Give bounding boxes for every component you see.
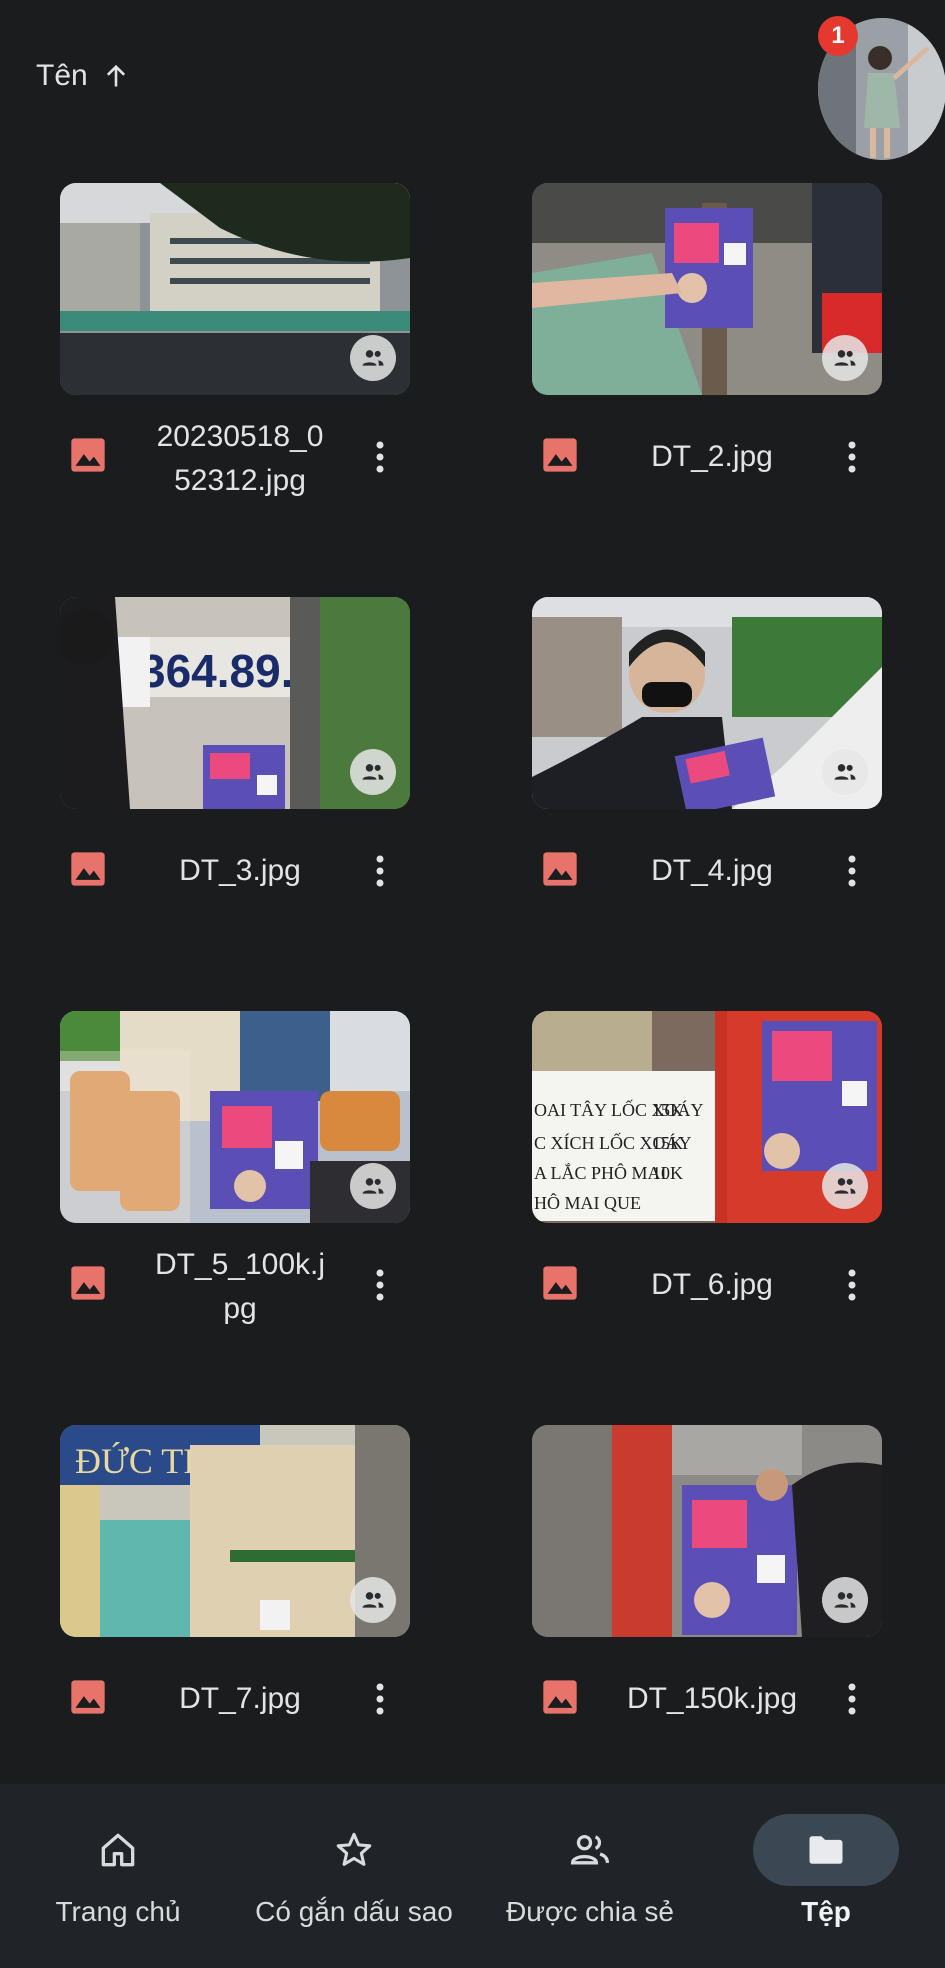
file-meta: DT_4.jpg xyxy=(532,815,882,925)
image-file-icon xyxy=(71,438,105,472)
more-options-icon[interactable] xyxy=(360,435,400,479)
nav-files[interactable]: Tệp xyxy=(708,1784,944,1968)
more-options-icon[interactable] xyxy=(832,849,872,893)
file-thumbnail[interactable]: 364.89.55.7 xyxy=(60,597,410,809)
file-name: DT_4.jpg xyxy=(651,854,773,887)
shared-people-icon xyxy=(834,350,856,366)
sort-by-name-button[interactable]: Tên xyxy=(36,54,130,98)
file-meta: DT_7.jpg xyxy=(60,1643,410,1753)
image-file-icon xyxy=(71,1266,105,1300)
shared-people-icon xyxy=(834,1592,856,1608)
people-icon-wrap xyxy=(517,1814,663,1886)
shared-badge xyxy=(822,1577,868,1623)
file-card[interactable]: DT_5_100k.j pg xyxy=(60,1011,410,1339)
home-icon-wrap xyxy=(45,1814,191,1886)
shared-badge xyxy=(350,749,396,795)
folder-icon-wrap xyxy=(753,1814,899,1886)
sort-label: Tên xyxy=(36,59,88,92)
file-name: DT_6.jpg xyxy=(651,1268,773,1301)
shared-people-icon xyxy=(362,1592,384,1608)
nav-starred-label: Có gắn dấu sao xyxy=(255,1896,453,1927)
file-meta: 20230518_0 52312.jpg xyxy=(60,401,410,511)
shared-badge xyxy=(350,1577,396,1623)
image-file-icon xyxy=(71,1680,105,1714)
shared-badge xyxy=(822,1163,868,1209)
folder-icon xyxy=(809,1836,843,1864)
shared-badge xyxy=(822,749,868,795)
file-thumbnail[interactable]: OAI TÂY LỐC XOÁY 15K C XÍCH LỐC XOÁY 15K A L… xyxy=(532,1011,882,1223)
image-file-icon xyxy=(543,852,577,886)
file-thumbnail[interactable] xyxy=(60,183,410,395)
file-name: DT_5_100k.j pg xyxy=(154,1248,326,1325)
file-card[interactable]: ĐỨC TRI DT_7.jpg xyxy=(60,1425,410,1753)
file-meta: DT_150k.jpg xyxy=(532,1643,882,1753)
shared-badge xyxy=(822,335,868,381)
more-options-icon[interactable] xyxy=(832,1677,872,1721)
more-options-icon[interactable] xyxy=(832,1263,872,1307)
image-file-icon xyxy=(71,852,105,886)
shared-people-icon xyxy=(362,764,384,780)
notification-badge: 1 xyxy=(818,16,858,56)
shared-badge xyxy=(350,335,396,381)
file-name: DT_2.jpg xyxy=(651,440,773,473)
nav-files-label: Tệp xyxy=(801,1896,851,1927)
home-icon xyxy=(101,1833,135,1867)
file-card[interactable]: DT_150k.jpg xyxy=(532,1425,882,1753)
more-options-icon[interactable] xyxy=(360,849,400,893)
shared-people-icon xyxy=(362,1178,384,1194)
more-options-icon[interactable] xyxy=(360,1263,400,1307)
file-card[interactable]: 20230518_0 52312.jpg xyxy=(60,183,410,511)
svg-text:15K: 15K xyxy=(652,1133,683,1153)
file-name: DT_7.jpg xyxy=(179,1682,301,1715)
file-card[interactable]: 364.89.55.7 DT_3.jpg xyxy=(60,597,410,925)
shared-people-icon xyxy=(834,764,856,780)
file-card[interactable]: OAI TÂY LỐC XOÁY 15K C XÍCH LỐC XOÁY 15K A L… xyxy=(532,1011,882,1339)
image-file-icon xyxy=(543,438,577,472)
svg-text:HÔ MAI QUE: HÔ MAI QUE xyxy=(534,1192,641,1213)
image-file-icon xyxy=(543,1266,577,1300)
file-name: DT_3.jpg xyxy=(179,854,301,887)
svg-text:10K: 10K xyxy=(652,1163,683,1183)
file-meta: DT_6.jpg xyxy=(532,1229,882,1339)
svg-text:15K: 15K xyxy=(652,1100,683,1120)
shared-people-icon xyxy=(834,1178,856,1194)
file-name: DT_150k.jpg xyxy=(626,1682,798,1715)
more-options-icon[interactable] xyxy=(360,1677,400,1721)
file-meta: DT_5_100k.j pg xyxy=(60,1229,410,1339)
shared-badge xyxy=(350,1163,396,1209)
file-meta: DT_2.jpg xyxy=(532,401,882,511)
svg-text:A LẮC PHÔ MAI: A LẮC PHÔ MAI xyxy=(534,1162,667,1183)
file-card[interactable]: DT_2.jpg xyxy=(532,183,882,511)
file-meta: DT_3.jpg xyxy=(60,815,410,925)
people-icon xyxy=(570,1834,610,1865)
file-name: 20230518_0 52312.jpg xyxy=(156,420,324,497)
bottom-navigation: Trang chủ Có gắn dấu sao Được chia sẻ Tệ… xyxy=(0,1784,945,1968)
nav-starred[interactable]: Có gắn dấu sao xyxy=(236,1784,472,1968)
nav-home[interactable]: Trang chủ xyxy=(0,1784,236,1968)
file-thumbnail[interactable] xyxy=(532,1425,882,1637)
nav-shared-label: Được chia sẻ xyxy=(506,1896,674,1927)
file-thumbnail[interactable] xyxy=(532,597,882,809)
file-thumbnail[interactable]: ĐỨC TRI xyxy=(60,1425,410,1637)
star-icon-wrap xyxy=(281,1814,427,1886)
file-thumbnail[interactable] xyxy=(60,1011,410,1223)
star-icon xyxy=(336,1832,372,1866)
nav-home-label: Trang chủ xyxy=(55,1896,181,1927)
image-file-icon xyxy=(543,1680,577,1714)
shared-people-icon xyxy=(362,350,384,366)
file-thumbnail[interactable] xyxy=(532,183,882,395)
more-options-icon[interactable] xyxy=(832,435,872,479)
arrow-up-icon xyxy=(106,64,125,87)
nav-shared[interactable]: Được chia sẻ xyxy=(472,1784,708,1968)
file-card[interactable]: DT_4.jpg xyxy=(532,597,882,925)
